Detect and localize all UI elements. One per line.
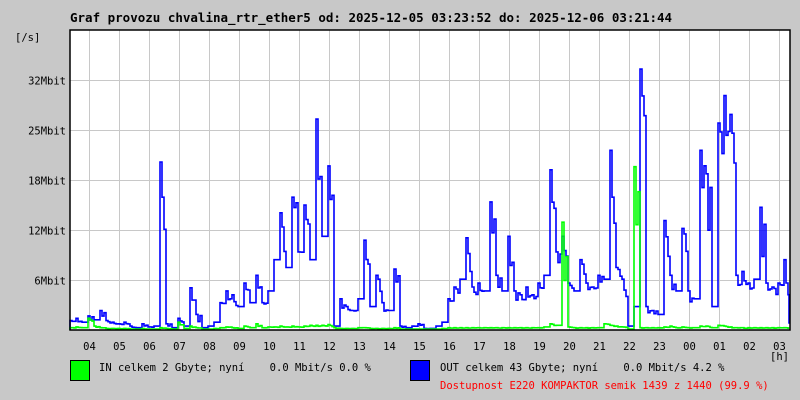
x-tick-label: 23 xyxy=(653,341,666,353)
x-tick-label: 21 xyxy=(593,341,606,353)
y-tick-label: 12Mbit xyxy=(28,226,66,238)
y-tick-label: 18Mbit xyxy=(28,176,66,188)
chart-svg: Graf provozu chvalina_rtr_ether5 od: 202… xyxy=(15,10,791,392)
x-tick-label: 08 xyxy=(203,341,216,353)
x-tick-label: 19 xyxy=(533,341,546,353)
y-axis-unit: [/s] xyxy=(15,32,40,44)
x-tick-label: 05 xyxy=(113,341,126,353)
x-tick-label: 18 xyxy=(503,341,516,353)
y-tick-labels: 6Mbit 12Mbit 18Mbit 25Mbit 32Mbit xyxy=(28,76,66,288)
x-tick-label: 14 xyxy=(383,341,396,353)
x-tick-label: 10 xyxy=(263,341,276,353)
legend-in-swatch xyxy=(70,360,90,381)
x-tick-label: 22 xyxy=(623,341,636,353)
x-tick-labels: 04 05 06 07 08 09 10 11 12 13 14 15 16 17 18 19 20 21 22 23… xyxy=(83,341,786,353)
x-tick-label: 15 xyxy=(413,341,426,353)
legend-out-swatch xyxy=(410,360,430,381)
x-tick-label: 17 xyxy=(473,341,486,353)
traffic-graph: Graf provozu chvalina_rtr_ether5 od: 202… xyxy=(0,0,800,400)
x-tick-label: 02 xyxy=(743,341,756,353)
x-tick-label: 07 xyxy=(173,341,186,353)
x-tick-label: 01 xyxy=(713,341,726,353)
legend-out-text: OUT celkem 43 Gbyte; nyní 0.0 Mbit/s 4.2… xyxy=(440,362,725,374)
x-tick-label: 04 xyxy=(83,341,96,353)
chart-title: Graf provozu chvalina_rtr_ether5 od: 202… xyxy=(70,10,672,26)
y-tick-label: 25Mbit xyxy=(28,126,66,138)
y-tick-label: 32Mbit xyxy=(28,76,66,88)
availability-text: Dostupnost E220 KOMPAKTOR semik 1439 z 1… xyxy=(440,380,769,392)
x-tick-label: 12 xyxy=(323,341,336,353)
x-tick-label: 06 xyxy=(143,341,156,353)
x-tick-label: 00 xyxy=(683,341,696,353)
x-tick-label: 11 xyxy=(293,341,306,353)
y-tick-label: 6Mbit xyxy=(34,276,66,288)
x-tick-label: 16 xyxy=(443,341,456,353)
legend-in-text: IN celkem 2 Gbyte; nyní 0.0 Mbit/s 0.0 % xyxy=(99,362,372,374)
x-axis-unit: [h] xyxy=(770,351,789,363)
x-tick-label: 20 xyxy=(563,341,576,353)
x-tick-label: 13 xyxy=(353,341,366,353)
x-tick-label: 09 xyxy=(233,341,246,353)
